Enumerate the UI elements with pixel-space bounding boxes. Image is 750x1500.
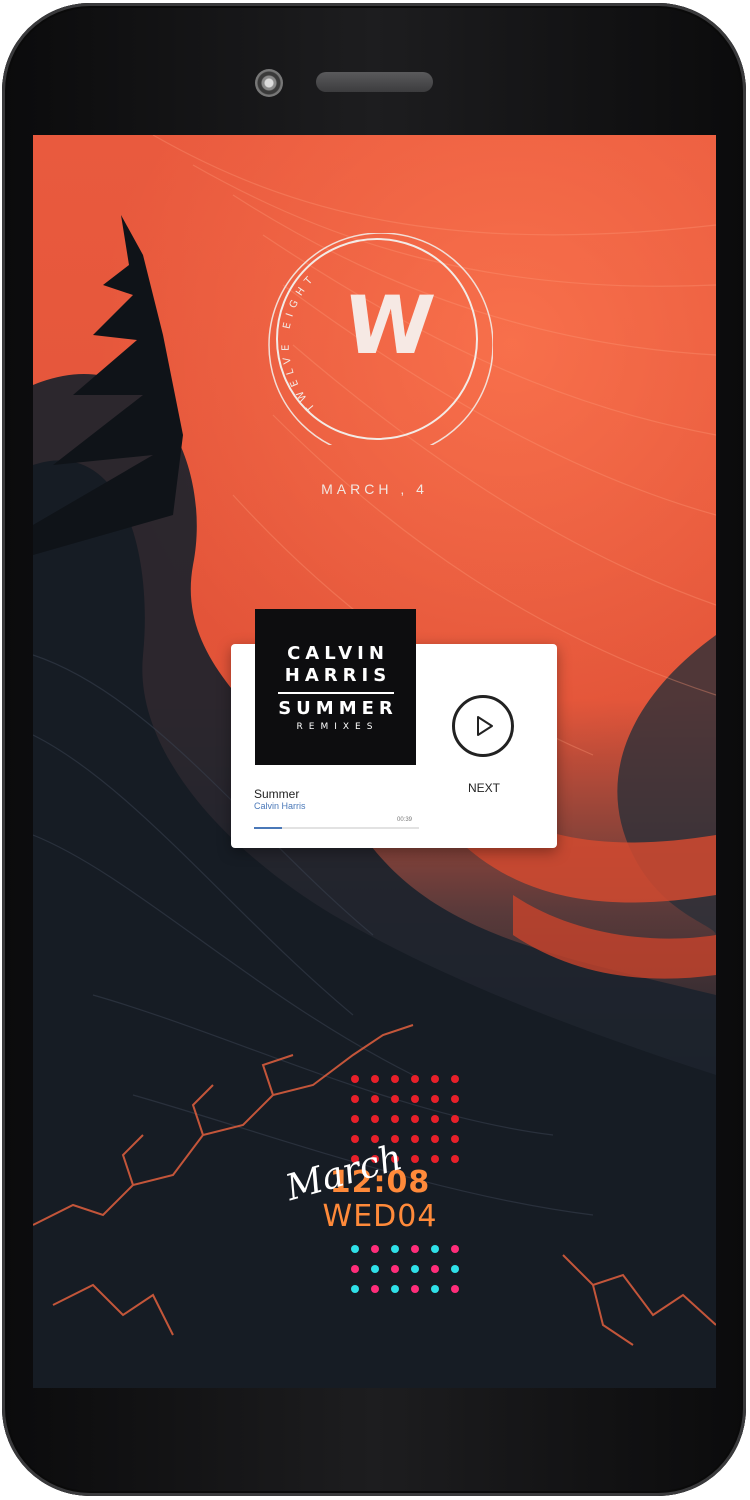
album-art-line-2: HARRIS [284, 665, 392, 686]
lock-screen: TWELVE EIGHT W MARCH , 4 CALVIN HARRIS S… [33, 135, 716, 1388]
matrix-dot [351, 1245, 359, 1253]
matrix-dot [451, 1155, 459, 1163]
progress-fill [254, 827, 283, 829]
album-art-divider [277, 692, 394, 694]
svg-text:TWELVE EIGHT: TWELVE EIGHT [280, 271, 319, 414]
lockscreen-date: MARCH , 4 [321, 481, 428, 497]
matrix-dot [411, 1095, 419, 1103]
matrix-dot [391, 1115, 399, 1123]
matrix-dot [371, 1265, 379, 1273]
matrix-dot [411, 1265, 419, 1273]
dot-matrix-bottom [351, 1245, 459, 1293]
matrix-dot [431, 1075, 439, 1083]
matrix-dot [411, 1245, 419, 1253]
matrix-dot [351, 1285, 359, 1293]
clock-widget[interactable]: 12:08 WED04 March [281, 1065, 473, 1315]
matrix-dot [351, 1075, 359, 1083]
matrix-dot [371, 1115, 379, 1123]
matrix-dot [451, 1095, 459, 1103]
matrix-dot [411, 1135, 419, 1143]
earpiece-speaker [316, 72, 433, 92]
logo-ring-text: TWELVE EIGHT [280, 271, 313, 414]
next-button[interactable]: NEXT [453, 781, 515, 795]
play-icon [477, 716, 493, 736]
matrix-dot [371, 1075, 379, 1083]
matrix-dot [411, 1115, 419, 1123]
track-title: Summer [254, 787, 300, 801]
matrix-dot [391, 1265, 399, 1273]
album-art-line-4: REMIXES [296, 722, 379, 732]
matrix-dot [431, 1245, 439, 1253]
matrix-dot [431, 1285, 439, 1293]
logo-mark: W [340, 279, 439, 372]
matrix-dot [431, 1155, 439, 1163]
matrix-dot [431, 1095, 439, 1103]
progress-bar[interactable] [254, 827, 419, 829]
matrix-dot [391, 1095, 399, 1103]
elapsed-time: 00:39 [397, 817, 413, 823]
matrix-dot [451, 1115, 459, 1123]
front-camera [255, 69, 283, 97]
matrix-dot [451, 1285, 459, 1293]
track-artist[interactable]: Calvin Harris [254, 801, 306, 811]
album-art[interactable]: CALVIN HARRIS SUMMER REMIXES [255, 609, 416, 765]
play-button[interactable] [452, 695, 514, 757]
matrix-dot [351, 1095, 359, 1103]
matrix-dot [391, 1075, 399, 1083]
matrix-dot [411, 1075, 419, 1083]
matrix-dot [371, 1285, 379, 1293]
matrix-dot [411, 1285, 419, 1293]
matrix-dot [371, 1245, 379, 1253]
matrix-dot [451, 1075, 459, 1083]
matrix-dot [431, 1265, 439, 1273]
matrix-dot [431, 1115, 439, 1123]
brand-logo: TWELVE EIGHT W [261, 232, 494, 458]
matrix-dot [391, 1285, 399, 1293]
matrix-dot [431, 1135, 439, 1143]
album-art-line-1: CALVIN [287, 643, 389, 664]
matrix-dot [351, 1265, 359, 1273]
matrix-dot [391, 1245, 399, 1253]
album-art-line-3: SUMMER [278, 698, 398, 719]
matrix-dot [451, 1245, 459, 1253]
matrix-dot [411, 1155, 419, 1163]
matrix-dot [371, 1095, 379, 1103]
matrix-dot [451, 1135, 459, 1143]
clock-day: WED04 [322, 1199, 438, 1234]
matrix-dot [351, 1115, 359, 1123]
matrix-dot [351, 1135, 359, 1143]
matrix-dot [451, 1265, 459, 1273]
